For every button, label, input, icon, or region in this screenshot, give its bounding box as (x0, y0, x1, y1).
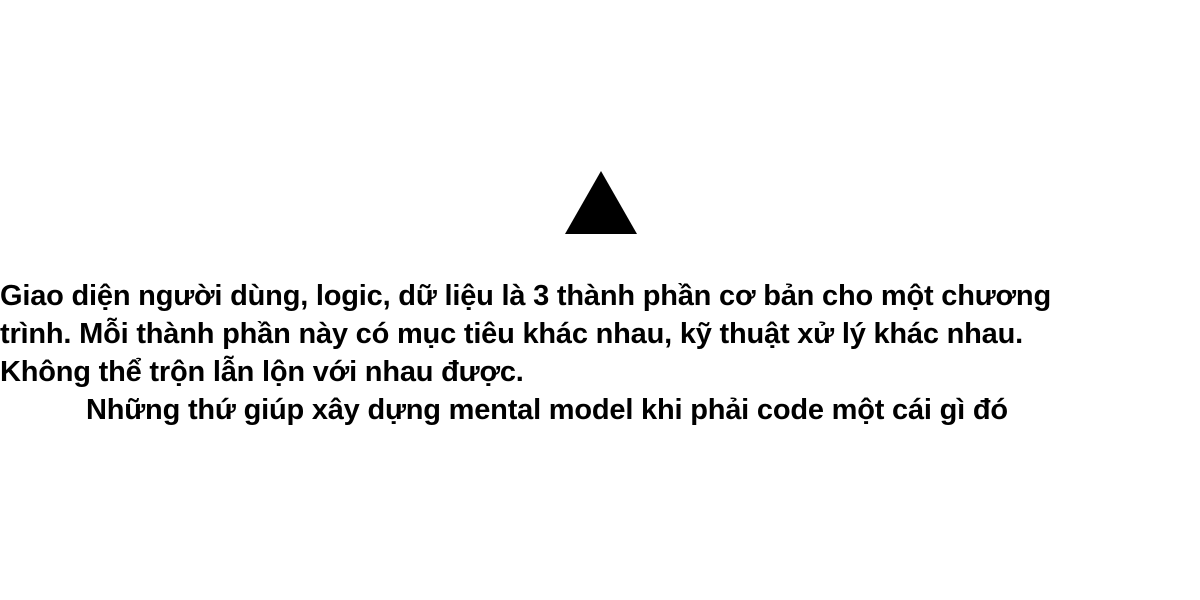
subtitle: Những thứ giúp xây dựng mental model khi… (86, 394, 1008, 426)
paragraph-line-2: trình. Mỗi thành phần này có mục tiêu kh… (0, 318, 1023, 350)
text-block: Giao diện người dùng, logic, dữ liệu là … (0, 277, 1200, 429)
page: Giao diện người dùng, logic, dữ liệu là … (0, 0, 1200, 600)
paragraph-line-3: Không thể trộn lẫn lộn với nhau được. (0, 356, 524, 388)
paragraph-line-1: Giao diện người dùng, logic, dữ liệu là … (0, 280, 1051, 312)
triangle-up-icon (565, 171, 637, 234)
